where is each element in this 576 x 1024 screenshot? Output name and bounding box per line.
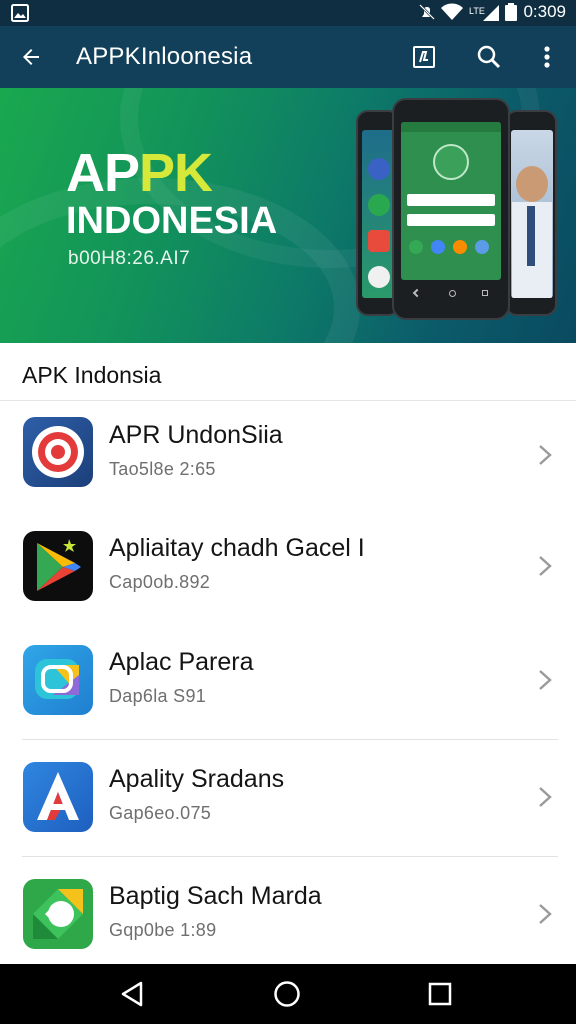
target-icon (23, 417, 93, 487)
status-time: 0:309 (523, 2, 566, 21)
mute-icon (419, 3, 436, 21)
app-title: Apality Sradans (109, 765, 285, 793)
nav-home-icon[interactable] (271, 978, 303, 1010)
chevron-right-icon (539, 670, 552, 690)
list-item[interactable]: Apliaitay chadh Gacel I Cap0ob.892 (0, 510, 576, 626)
app-title: APPKInloonesia (76, 43, 253, 70)
nav-recents-icon[interactable] (424, 978, 456, 1010)
app-subtitle: Cap0ob.892 (109, 572, 211, 592)
banner-title-accent: PK (139, 143, 213, 203)
app-subtitle: Dap6la S91 (109, 686, 207, 706)
chevron-right-icon (539, 556, 552, 576)
battery-icon (505, 3, 518, 21)
navigation-bar (0, 964, 576, 1024)
app-subtitle: Tao5l8e 2:65 (109, 459, 216, 479)
image-icon (10, 3, 30, 28)
chevron-right-icon (539, 904, 552, 924)
phone-image-center (392, 98, 510, 320)
letter-a-icon (23, 762, 93, 832)
chevron-right-icon (539, 787, 552, 807)
more-vert-icon[interactable] (530, 40, 564, 74)
signal-icon: LTE (469, 3, 500, 21)
banner-title: APPK (66, 142, 213, 204)
banner-subtitle: INDONESIA (66, 200, 278, 242)
edit-icon[interactable] (408, 40, 442, 74)
banner-code: b00H8:26.AI7 (68, 248, 191, 269)
app-title: Baptig Sach Marda (109, 882, 322, 910)
list-item[interactable]: Apality Sradans Gap6eo.075 (0, 741, 576, 857)
svg-text:LTE: LTE (469, 6, 485, 16)
section-header: APK Indonsia (0, 343, 576, 401)
search-icon[interactable] (472, 40, 506, 74)
back-arrow-icon[interactable] (14, 40, 48, 74)
diamond-icon (23, 879, 93, 949)
app-title: Aplac Parera (109, 648, 254, 676)
banner-title-white: AP (66, 143, 140, 203)
status-bar: LTE 0:309 (0, 0, 576, 26)
list-item[interactable]: Baptig Sach Marda Gqp0be 1:89 (0, 858, 576, 974)
list-item[interactable]: Aplac Parera Dap6la S91 (0, 624, 576, 740)
play-store-icon (23, 531, 93, 601)
app-title: APR UndonSiia (109, 421, 283, 449)
lens-icon (23, 645, 93, 715)
promo-banner[interactable]: APPK INDONESIA b00H8:26.AI7 (0, 88, 576, 343)
section-title: APK Indonsia (22, 362, 162, 388)
chevron-right-icon (539, 445, 552, 465)
app-bar: APPKInloonesia (0, 26, 576, 88)
app-title: Apliaitay chadh Gacel I (109, 534, 365, 562)
phone-image-right (505, 110, 557, 316)
wifi-icon (441, 3, 464, 21)
nav-back-icon[interactable] (116, 978, 148, 1010)
list-item[interactable]: APR UndonSiia Tao5l8e 2:65 (0, 401, 576, 517)
app-subtitle: Gap6eo.075 (109, 803, 212, 823)
app-subtitle: Gqp0be 1:89 (109, 920, 217, 940)
